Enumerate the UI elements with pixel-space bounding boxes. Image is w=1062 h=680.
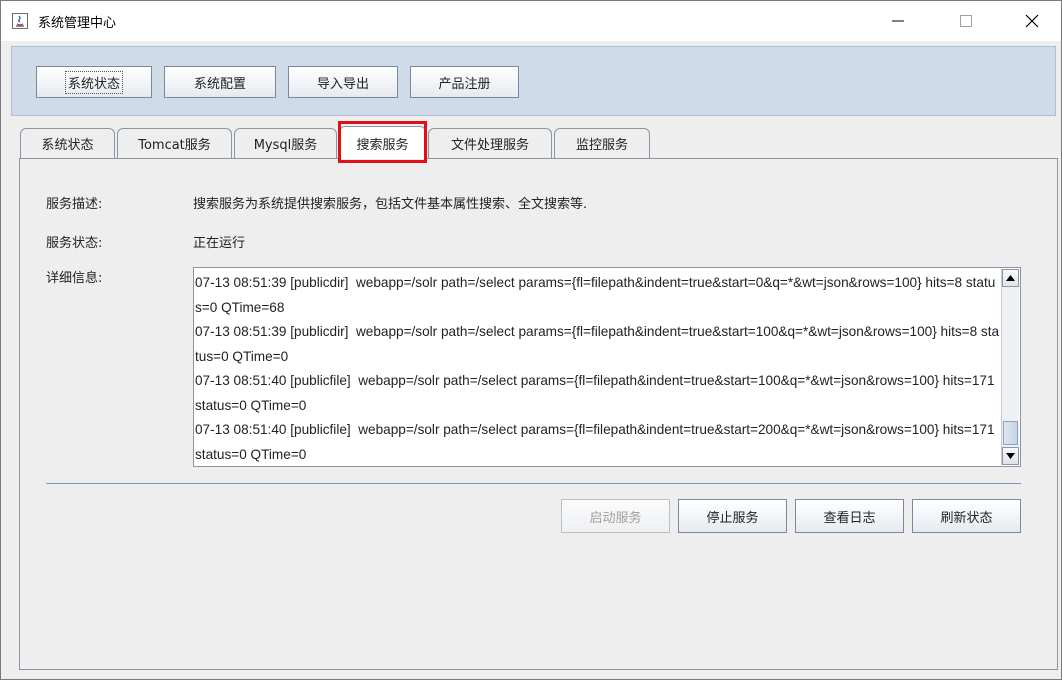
window-title: 系统管理中心 bbox=[38, 16, 117, 31]
maximize-button[interactable] bbox=[943, 1, 989, 41]
close-button[interactable] bbox=[1009, 1, 1055, 41]
close-icon bbox=[1025, 14, 1039, 28]
tab-tomcat[interactable]: Tomcat服务 bbox=[117, 128, 232, 158]
tab-mysql[interactable]: Mysql服务 bbox=[234, 128, 337, 158]
separator-line bbox=[46, 483, 1021, 484]
java-app-icon bbox=[12, 13, 28, 29]
scroll-thumb[interactable] bbox=[1003, 421, 1018, 445]
active-tab-highlight bbox=[338, 121, 427, 163]
system-status-button[interactable]: 系统状态 bbox=[36, 66, 152, 98]
service-description-label: 服务描述: bbox=[46, 197, 103, 212]
view-logs-button[interactable]: 查看日志 bbox=[795, 499, 904, 533]
detail-info-label: 详细信息: bbox=[46, 271, 103, 286]
tab-system-status[interactable]: 系统状态 bbox=[20, 128, 115, 158]
stop-service-button[interactable]: 停止服务 bbox=[678, 499, 787, 533]
detail-log-textarea[interactable]: 07-13 08:51:39 [publicdir] webapp=/solr … bbox=[193, 267, 1021, 467]
start-service-button[interactable]: 启动服务 bbox=[561, 499, 670, 533]
service-description-value: 搜索服务为系统提供搜索服务，包括文件基本属性搜索、全文搜索等. bbox=[193, 197, 588, 212]
refresh-status-button[interactable]: 刷新状态 bbox=[912, 499, 1021, 533]
minimize-icon bbox=[892, 20, 904, 22]
title-bar: 系统管理中心 bbox=[1, 1, 1061, 41]
import-export-button[interactable]: 导入导出 bbox=[288, 66, 398, 98]
main-window: 系统管理中心 系统状态 系统配置 导入导出 产品注册 系统状态 Tomcat服务… bbox=[0, 0, 1062, 680]
arrow-down-icon bbox=[1006, 453, 1015, 459]
service-status-label: 服务状态: bbox=[46, 236, 103, 251]
minimize-button[interactable] bbox=[875, 1, 921, 41]
scroll-up-button[interactable] bbox=[1002, 269, 1019, 287]
arrow-up-icon bbox=[1006, 275, 1015, 281]
scroll-down-button[interactable] bbox=[1002, 447, 1019, 465]
service-status-value: 正在运行 bbox=[193, 236, 246, 251]
main-toolbar: 系统状态 系统配置 导入导出 产品注册 bbox=[11, 46, 1056, 116]
system-config-button[interactable]: 系统配置 bbox=[164, 66, 276, 98]
maximize-icon bbox=[960, 15, 972, 27]
tab-file-processing[interactable]: 文件处理服务 bbox=[428, 128, 552, 158]
log-scrollbar[interactable] bbox=[1001, 269, 1019, 465]
tab-monitoring[interactable]: 监控服务 bbox=[554, 128, 650, 158]
product-register-button[interactable]: 产品注册 bbox=[410, 66, 519, 98]
log-content: 07-13 08:51:39 [publicdir] webapp=/solr … bbox=[195, 275, 1000, 462]
